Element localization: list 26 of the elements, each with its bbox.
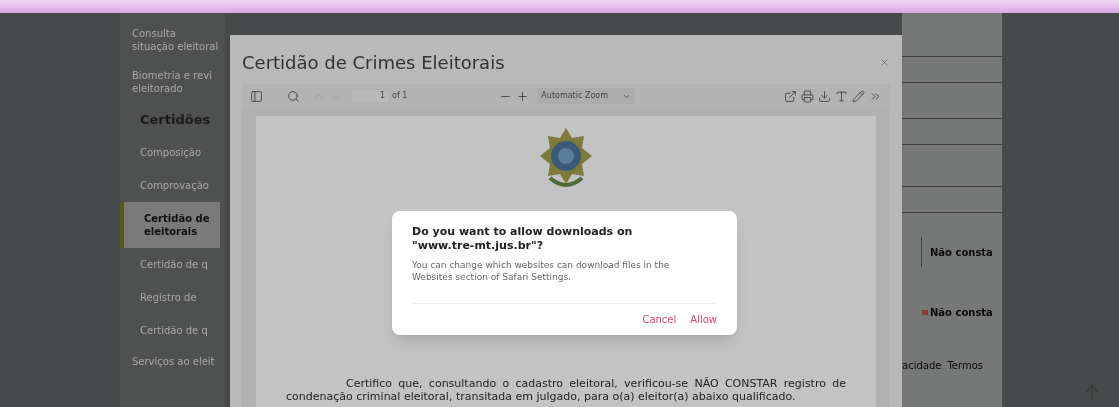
sidebar-item[interactable]: Registro de — [120, 281, 220, 314]
print-icon[interactable] — [799, 87, 816, 105]
sidebar-item[interactable]: Certidão de q — [120, 314, 220, 347]
sidebar-item[interactable]: Serviços ao eleit — [120, 347, 220, 376]
page-number-field[interactable]: 1 — [352, 90, 388, 102]
close-button[interactable] — [879, 57, 890, 68]
footer-link[interactable]: acidade — [902, 358, 942, 373]
result-icon — [922, 310, 928, 315]
alert-message: You can change which websites can download files in the Websites section of Safari Settings. — [412, 259, 671, 283]
sidebar-item[interactable]: Biometria e revi eleitorado — [120, 61, 220, 103]
certificate-paragraph: Certifico que, consultando o cadastro eleitoral, verificou-se NÃO CONSTAR registro de condenação criminal eleitoral, transitada em julgado, para o(a) eleitor(a) abaixo qualificado. — [286, 377, 846, 405]
sidebar-item[interactable]: Composição — [120, 136, 220, 169]
pencil-icon[interactable] — [850, 87, 867, 105]
footer-link[interactable]: Termos — [947, 358, 983, 373]
sidebar-item[interactable]: Comprovação — [120, 169, 220, 202]
alert-button[interactable]: Allow — [690, 312, 717, 327]
modal-title: Certidão de Crimes Eleitorais — [242, 51, 505, 75]
alert-button[interactable]: Cancel — [642, 312, 677, 327]
sidebar-item[interactable]: Certidão de eleitorais — [120, 202, 220, 248]
alert-title: Do you want to allow downloads on "www.tre-mt.jus.br"? — [412, 225, 634, 253]
sidebar-item[interactable]: Consulta situação eleitoral — [120, 19, 220, 61]
result-text: Não consta — [930, 245, 993, 260]
sidebar-item[interactable]: Certidão de q — [120, 248, 220, 281]
zoom-select[interactable]: Automatic Zoom — [537, 88, 635, 104]
result-text: Não consta — [930, 306, 993, 320]
page-count: of 1 — [392, 90, 408, 102]
